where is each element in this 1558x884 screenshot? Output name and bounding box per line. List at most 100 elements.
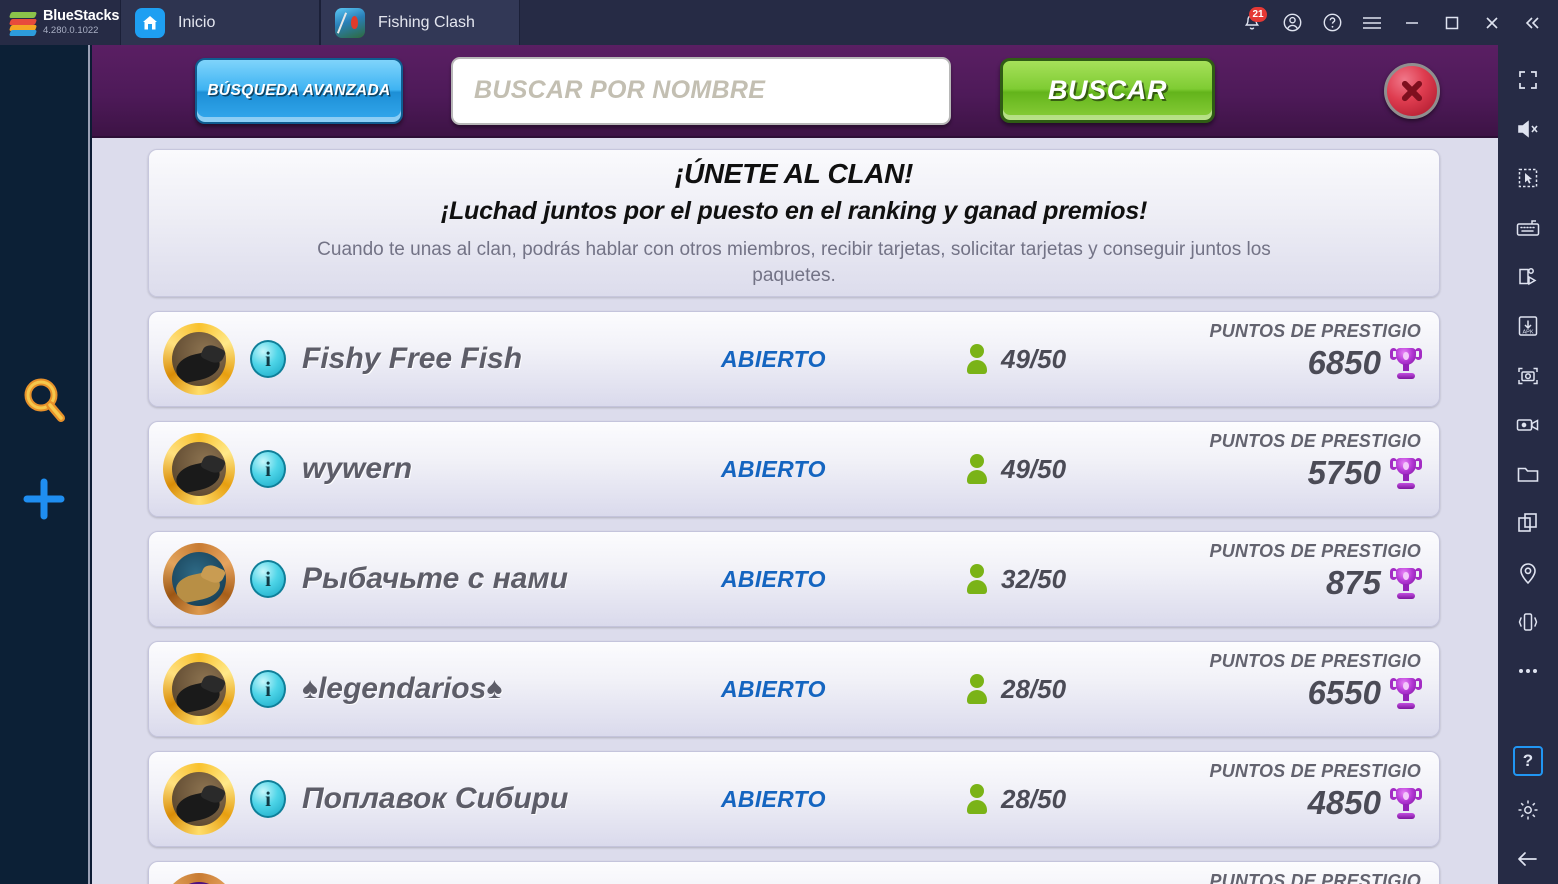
install-apk-icon[interactable]: APK: [1498, 302, 1558, 351]
clan-prestige: PUNTOS DE PRESTIGIO 875: [1209, 541, 1422, 602]
clan-row[interactable]: i Fishy Free Fish ABIERTO 49/50 PUNTOS D…: [148, 311, 1440, 407]
clan-info-icon[interactable]: i: [250, 450, 286, 488]
media-folder-icon[interactable]: [1498, 450, 1558, 499]
close-button[interactable]: [1472, 0, 1512, 45]
tab-strip: Inicio Fishing Clash: [120, 0, 520, 45]
titlebar-spacer: [520, 0, 1232, 45]
avatar-art-dark-fish: [172, 772, 226, 826]
clan-members: 49/50: [967, 454, 1066, 485]
clan-name-search-field[interactable]: [451, 56, 951, 125]
clan-members: 32/50: [967, 564, 1066, 595]
plus-cross-icon[interactable]: [19, 474, 69, 529]
clan-row[interactable]: i PUNTOS DE PRESTIGIO: [148, 861, 1440, 884]
account-button[interactable]: [1272, 0, 1312, 45]
gear-icon[interactable]: [1498, 785, 1558, 834]
banner-subtitle: ¡Luchad juntos por el puesto en el ranki…: [440, 196, 1148, 225]
shake-icon[interactable]: [1498, 597, 1558, 646]
prestige-label: PUNTOS DE PRESTIGIO: [1209, 431, 1421, 451]
tab-fishing-clash[interactable]: Fishing Clash: [320, 0, 520, 45]
member-icon: [967, 674, 987, 704]
collapse-sidebar-button[interactable]: [1512, 0, 1552, 45]
macro-script-icon[interactable]: [1498, 252, 1558, 301]
clan-prestige: PUNTOS DE PRESTIGIO 5750: [1209, 431, 1422, 492]
clan-avatar: [163, 873, 235, 884]
clan-avatar: [163, 543, 235, 615]
banner-title: ¡ÚNETE AL CLAN!: [674, 157, 914, 189]
home-icon: [135, 7, 165, 38]
clan-name: ♠legendarios♠: [302, 672, 503, 705]
back-arrow-icon[interactable]: [1498, 835, 1558, 884]
clan-members: 28/50: [967, 784, 1066, 815]
clan-member-count: 49/50: [1001, 453, 1067, 484]
clan-status-badge: ABIERTO: [721, 345, 826, 372]
advanced-search-button[interactable]: BÚSQUEDA AVANZADA: [195, 57, 403, 124]
clan-member-count: 32/50: [1001, 563, 1067, 594]
clan-row[interactable]: i wywern ABIERTO 49/50 PUNTOS DE PRESTIG…: [148, 421, 1440, 517]
sidebar-help-label: ?: [1513, 745, 1543, 776]
game-viewport: BÚSQUEDA AVANZADA BUSCAR ¡ÚNETE AL CLAN!…: [92, 45, 1498, 884]
fullscreen-icon[interactable]: [1498, 55, 1558, 104]
help-button[interactable]: [1312, 0, 1352, 45]
clan-row[interactable]: i Поплавок Сибири ABIERTO 28/50 PUNTOS D…: [148, 751, 1440, 847]
prestige-value: 875: [1325, 564, 1381, 601]
minimize-button[interactable]: [1392, 0, 1432, 45]
clan-member-count: 28/50: [1001, 783, 1067, 814]
maximize-button[interactable]: [1432, 0, 1472, 45]
bluestacks-brand: BlueStacks 4.280.0.1022: [0, 0, 120, 45]
bluestacks-sidebar: APK ?: [1498, 45, 1558, 884]
member-icon: [967, 784, 987, 814]
brand-name: BlueStacks: [43, 8, 120, 25]
multi-instance-icon[interactable]: [1498, 499, 1558, 548]
clan-avatar: [163, 433, 235, 505]
close-circle-icon[interactable]: [1384, 62, 1440, 119]
more-options-icon[interactable]: [1498, 647, 1558, 696]
clan-info-icon[interactable]: i: [250, 670, 286, 708]
clan-info-icon[interactable]: i: [250, 560, 286, 598]
clan-status-badge: ABIERTO: [721, 675, 826, 702]
search-button[interactable]: BUSCAR: [1000, 58, 1215, 123]
search-input[interactable]: [474, 76, 930, 105]
notifications-button[interactable]: 21: [1232, 0, 1272, 45]
trophy-icon: [1390, 566, 1422, 600]
clan-name: Fishy Free Fish: [302, 342, 523, 375]
trophy-icon: [1390, 786, 1422, 820]
prestige-value: 4850: [1307, 784, 1381, 821]
tab-inicio[interactable]: Inicio: [120, 0, 320, 45]
location-pin-icon[interactable]: [1498, 548, 1558, 597]
sidebar-help-button[interactable]: ?: [1498, 736, 1558, 785]
clan-info-icon[interactable]: i: [250, 780, 286, 818]
bluestacks-window: BlueStacks 4.280.0.1022 Inicio Fishing C…: [0, 0, 1558, 884]
magnifier-icon[interactable]: [20, 375, 68, 432]
clan-prestige: PUNTOS DE PRESTIGIO 6850: [1209, 321, 1422, 382]
multi-select-icon[interactable]: [1498, 154, 1558, 203]
prestige-label: PUNTOS DE PRESTIGIO: [1209, 321, 1421, 341]
clan-name: Поплавок Сибири: [302, 782, 569, 815]
avatar-art-dark-fish: [172, 662, 226, 716]
tab-fishing-clash-label: Fishing Clash: [378, 13, 475, 31]
clan-search-bar: BÚSQUEDA AVANZADA BUSCAR: [92, 45, 1498, 138]
avatar-art-carp-fish: [172, 552, 226, 606]
clan-row[interactable]: i ♠legendarios♠ ABIERTO 28/50 PUNTOS DE …: [148, 641, 1440, 737]
banner-description: Cuando te unas al clan, podrás hablar co…: [317, 238, 1271, 286]
mute-icon[interactable]: [1498, 104, 1558, 153]
screenshot-icon[interactable]: [1498, 351, 1558, 400]
clan-row[interactable]: i Рыбачьте с нами ABIERTO 32/50 PUNTOS D…: [148, 531, 1440, 627]
search-button-label: BUSCAR: [1047, 75, 1168, 105]
clan-status-badge: ABIERTO: [721, 785, 826, 812]
clan-name: wywern: [302, 452, 413, 485]
clan-avatar: [163, 653, 235, 725]
advanced-search-label: BÚSQUEDA AVANZADA: [207, 81, 391, 99]
clan-avatar: [163, 763, 235, 835]
avatar-art-dark-fish: [172, 332, 226, 386]
clan-list-scroll[interactable]: ¡ÚNETE AL CLAN! ¡Luchad juntos por el pu…: [92, 138, 1498, 884]
keyboard-icon[interactable]: [1498, 203, 1558, 252]
hamburger-menu-button[interactable]: [1352, 0, 1392, 45]
clan-prestige: PUNTOS DE PRESTIGIO: [1209, 871, 1421, 884]
clan-info-icon[interactable]: i: [250, 340, 286, 378]
prestige-value: 6850: [1307, 344, 1381, 381]
prestige-label: PUNTOS DE PRESTIGIO: [1209, 651, 1421, 671]
member-icon: [967, 454, 987, 484]
clan-status-badge: ABIERTO: [721, 565, 826, 592]
screen-record-icon[interactable]: [1498, 400, 1558, 449]
clan-prestige: PUNTOS DE PRESTIGIO 4850: [1209, 761, 1422, 822]
